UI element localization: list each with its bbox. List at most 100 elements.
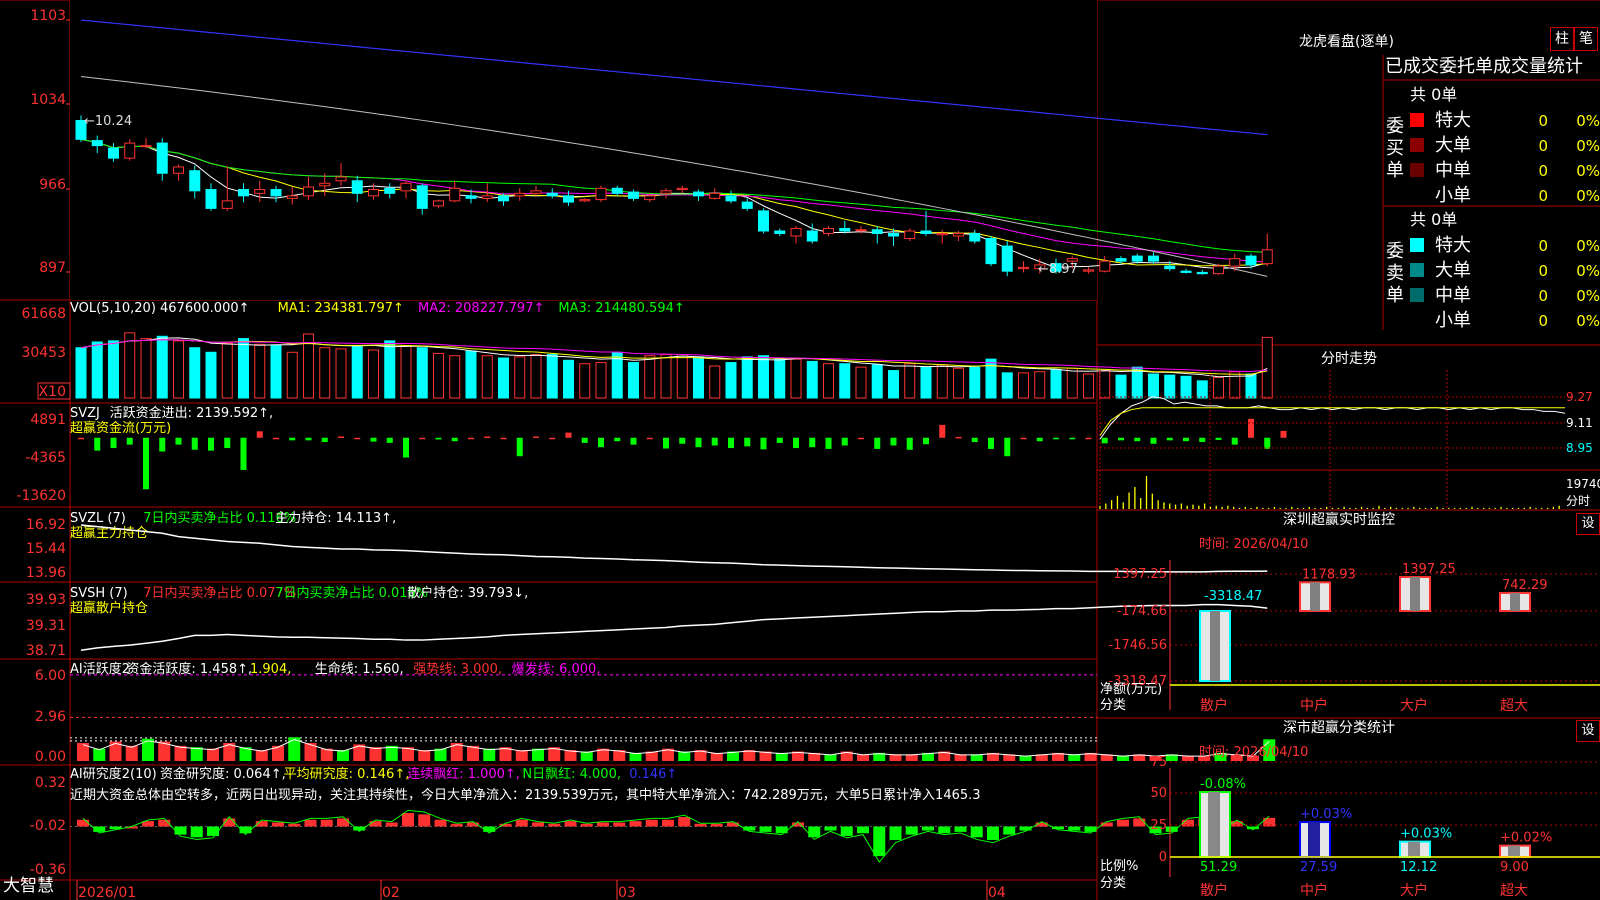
volume-bar bbox=[1034, 371, 1046, 399]
candle-body bbox=[173, 166, 184, 174]
lhb-row-label: 小单 bbox=[1435, 310, 1471, 331]
lhb-side-label: 委 bbox=[1386, 116, 1404, 137]
volume-bar bbox=[790, 358, 802, 399]
activity-bar bbox=[629, 752, 642, 761]
lhb-row-count: 0 bbox=[1538, 187, 1548, 205]
volume-bar bbox=[91, 341, 103, 399]
flow-bar bbox=[1199, 437, 1206, 443]
volume-bar bbox=[286, 351, 298, 399]
activity-bar bbox=[483, 748, 496, 761]
intraday-price-tick: 9.27 bbox=[1566, 390, 1593, 404]
y-tick-label: 0.32 bbox=[35, 775, 66, 791]
volume-bar bbox=[530, 354, 542, 399]
volume-bar bbox=[238, 338, 249, 399]
monitor-category: 中户 bbox=[1300, 697, 1328, 714]
monitor-settings-button[interactable]: 设 bbox=[1576, 513, 1600, 535]
candle-body bbox=[1115, 258, 1127, 262]
legend-item: AI研究度2(10) bbox=[70, 766, 157, 782]
flow-bar bbox=[500, 437, 507, 440]
candle-body bbox=[1245, 255, 1257, 266]
candle-body bbox=[416, 185, 428, 209]
flow-bar bbox=[1134, 437, 1141, 442]
flow-bar bbox=[744, 437, 751, 447]
stats-settings-button[interactable]: 设 bbox=[1576, 720, 1600, 742]
lhb-row-swatch bbox=[1410, 113, 1424, 127]
lhb-row-swatch bbox=[1410, 138, 1424, 152]
monitor-value-label: 1178.93 bbox=[1302, 567, 1356, 582]
candle-body bbox=[1196, 271, 1208, 275]
flow-bar bbox=[841, 437, 848, 446]
lhb-row-count: 0 bbox=[1538, 262, 1548, 280]
lhb-side-label: 单 bbox=[1386, 160, 1404, 181]
candlestick-chart[interactable]: 1103 1034 966 897 ←10.24 ←8.97 bbox=[30, 0, 1273, 300]
activity-bar bbox=[385, 745, 398, 761]
research-bar bbox=[1182, 819, 1194, 827]
candle-body bbox=[936, 232, 948, 236]
candle-body bbox=[1164, 265, 1176, 270]
lhb-row-swatch bbox=[1410, 238, 1424, 252]
candle-body bbox=[481, 195, 493, 199]
lhb-row-count: 0 bbox=[1538, 112, 1548, 130]
flow-bar bbox=[565, 432, 572, 438]
candle-body bbox=[969, 232, 981, 242]
legend-item: 资金研究度: 0.064↑, bbox=[160, 766, 286, 782]
volume-bar bbox=[579, 363, 591, 399]
research-bar bbox=[337, 818, 349, 827]
lhb-title: 龙虎看盘(逐单) bbox=[1299, 33, 1394, 50]
lhb-row-pct: 0% bbox=[1576, 187, 1600, 205]
volume-bar bbox=[1115, 374, 1127, 399]
flow-bar bbox=[679, 437, 686, 444]
volume-bar bbox=[1050, 368, 1062, 399]
tab-bar[interactable]: 柱 bbox=[1550, 27, 1574, 51]
lhb-row-pct: 0% bbox=[1576, 262, 1600, 280]
research-bar bbox=[580, 823, 593, 827]
tab-tick[interactable]: 笔 bbox=[1574, 27, 1598, 51]
research-bar bbox=[532, 822, 544, 827]
candle-body bbox=[303, 186, 314, 197]
flow-bar bbox=[988, 437, 994, 449]
candle-body bbox=[91, 140, 103, 147]
flow-bar bbox=[581, 437, 588, 443]
flow-bar bbox=[484, 436, 491, 438]
indicator-panels[interactable]: 61668 30453 X10 VOL(5,10,20) 467600.000↑ MA1… bbox=[16, 301, 1287, 900]
research-bar bbox=[548, 823, 561, 827]
stats-bar-shade bbox=[1308, 822, 1320, 857]
flow-bar bbox=[191, 437, 198, 450]
flow-bar bbox=[1036, 437, 1043, 442]
volume-bar bbox=[254, 343, 266, 399]
volume-bar bbox=[75, 347, 87, 399]
research-bar bbox=[1230, 821, 1243, 827]
y-tick-label: -174.66 bbox=[1117, 604, 1167, 619]
flow-bar bbox=[533, 436, 539, 438]
volume-bar bbox=[124, 332, 136, 399]
flow-bar bbox=[646, 437, 653, 440]
research-bar bbox=[678, 817, 691, 827]
legend-item: SVZJ bbox=[70, 406, 100, 421]
flow-bar bbox=[630, 437, 637, 445]
y-tick-label: 25 bbox=[1150, 818, 1167, 833]
volume-bar bbox=[1196, 380, 1208, 399]
candle-body bbox=[595, 187, 607, 201]
volume-bar bbox=[628, 362, 639, 399]
volume-bar bbox=[1229, 371, 1241, 399]
candle-body bbox=[1083, 269, 1094, 272]
lhb-total: 共 0单 bbox=[1410, 210, 1457, 229]
candle-body bbox=[741, 201, 753, 209]
flow-bar bbox=[793, 437, 799, 449]
y-tick-label: 15.44 bbox=[26, 541, 66, 557]
activity-bar bbox=[93, 748, 106, 761]
candle-body bbox=[514, 192, 526, 197]
volume-bar bbox=[888, 370, 899, 399]
activity-bar bbox=[337, 750, 349, 761]
flow-bar bbox=[451, 437, 458, 442]
monitor-bar-shade bbox=[1210, 611, 1220, 681]
legend-item: 7日内买卖净占比 0.116% bbox=[143, 510, 296, 526]
y-tick-label: 0 bbox=[57, 0, 66, 4]
low-price-label: ←8.97 bbox=[1038, 262, 1078, 277]
candle-body bbox=[953, 232, 964, 237]
lhb-row-swatch bbox=[1410, 288, 1424, 302]
research-bar bbox=[873, 826, 886, 857]
stats-ylabel: 比例% bbox=[1100, 859, 1138, 874]
candle-body bbox=[1213, 265, 1224, 275]
intraday-price-line bbox=[1099, 396, 1566, 440]
